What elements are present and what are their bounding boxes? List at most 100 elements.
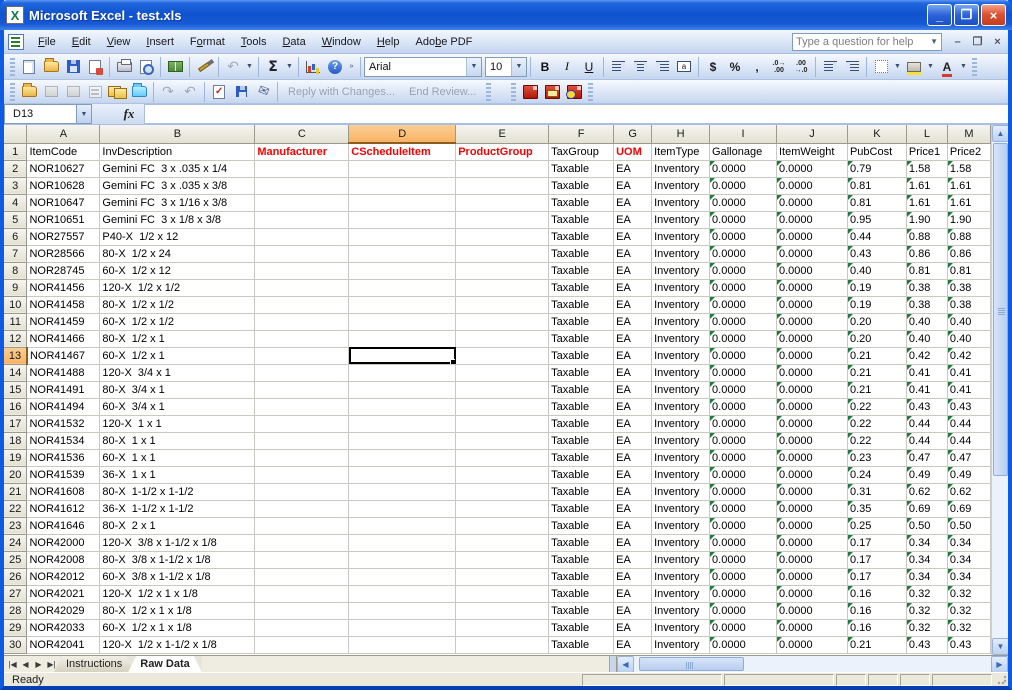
comma-button[interactable]: , [746, 57, 768, 77]
sheet-tab-raw-data[interactable]: Raw Data [128, 656, 202, 672]
cell-E3[interactable] [456, 177, 549, 194]
cell-F28[interactable]: Taxable [549, 602, 614, 619]
cell-I28[interactable]: 0.0000 [710, 602, 777, 619]
cell-L7[interactable]: 0.86 [906, 245, 947, 262]
column-header-J[interactable]: J [777, 125, 848, 143]
cell-H25[interactable]: Inventory [652, 551, 710, 568]
next-sheet-icon[interactable]: ▶ [32, 660, 45, 669]
cell-L4[interactable]: 1.61 [906, 194, 947, 211]
font-color-dropdown[interactable]: ▼ [958, 63, 969, 70]
cell-B17[interactable]: 120-X 1 x 1 [100, 415, 255, 432]
cell-M9[interactable]: 0.38 [947, 279, 990, 296]
cell-J6[interactable]: 0.0000 [777, 228, 848, 245]
cell-F26[interactable]: Taxable [549, 568, 614, 585]
cell-H26[interactable]: Inventory [652, 568, 710, 585]
cell-A24[interactable]: NOR42000 [27, 534, 100, 551]
font-name-combo[interactable]: Arial ▼ [364, 57, 482, 77]
chart-wizard-button[interactable] [302, 57, 324, 77]
convert-to-pdf-email-button[interactable] [541, 82, 563, 102]
name-box[interactable]: D13 [4, 104, 76, 124]
cell-J25[interactable]: 0.0000 [777, 551, 848, 568]
close-button[interactable]: × [981, 4, 1006, 26]
cell-K16[interactable]: 0.22 [847, 398, 906, 415]
cell-B22[interactable]: 36-X 1-1/2 x 1-1/2 [100, 500, 255, 517]
previous-sheet-icon[interactable]: ◀ [19, 660, 32, 669]
cell-H7[interactable]: Inventory [652, 245, 710, 262]
scroll-left-icon[interactable]: ◀ [617, 656, 634, 673]
cell-J10[interactable]: 0.0000 [777, 296, 848, 313]
row-header-12[interactable]: 12 [4, 330, 27, 347]
cell-M8[interactable]: 0.81 [947, 262, 990, 279]
cell-M26[interactable]: 0.34 [947, 568, 990, 585]
cell-A22[interactable]: NOR41612 [27, 500, 100, 517]
cell-L23[interactable]: 0.50 [906, 517, 947, 534]
chevron-down-icon[interactable]: ▼ [466, 58, 481, 76]
cell-I22[interactable]: 0.0000 [710, 500, 777, 517]
cell-C8[interactable] [255, 262, 349, 279]
row-header-30[interactable]: 30 [4, 636, 27, 653]
menu-edit[interactable]: Edit [64, 33, 99, 51]
cell-F3[interactable]: Taxable [549, 177, 614, 194]
menu-file[interactable]: File [30, 33, 64, 51]
cell-M27[interactable]: 0.32 [947, 585, 990, 602]
autosum-dropdown[interactable]: ▼ [284, 63, 295, 70]
cell-L24[interactable]: 0.34 [906, 534, 947, 551]
cell-H18[interactable]: Inventory [652, 432, 710, 449]
cell-I29[interactable]: 0.0000 [710, 619, 777, 636]
fill-color-dropdown[interactable]: ▼ [925, 63, 936, 70]
cell-E26[interactable] [456, 568, 549, 585]
cell-E14[interactable] [456, 364, 549, 381]
row-header-11[interactable]: 11 [4, 313, 27, 330]
cell-L15[interactable]: 0.41 [906, 381, 947, 398]
cell-G24[interactable]: EA [614, 534, 652, 551]
cell-D2[interactable] [349, 160, 456, 177]
column-header-E[interactable]: E [456, 125, 549, 143]
cell-A14[interactable]: NOR41488 [27, 364, 100, 381]
cell-A27[interactable]: NOR42021 [27, 585, 100, 602]
delete-comment-button[interactable] [128, 82, 150, 102]
toolbar-grip[interactable] [10, 83, 15, 101]
menu-insert[interactable]: Insert [138, 33, 182, 51]
cell-K18[interactable]: 0.22 [847, 432, 906, 449]
cell-D26[interactable] [349, 568, 456, 585]
cell-D3[interactable] [349, 177, 456, 194]
cell-C9[interactable] [255, 279, 349, 296]
permission-button[interactable] [84, 57, 106, 77]
menu-window[interactable]: Window [314, 33, 369, 51]
insert-function-button[interactable]: fx [114, 104, 144, 124]
cell-J15[interactable]: 0.0000 [777, 381, 848, 398]
cell-G15[interactable]: EA [614, 381, 652, 398]
cell-F6[interactable]: Taxable [549, 228, 614, 245]
previous-comment-button[interactable] [40, 82, 62, 102]
cell-G1[interactable]: UOM [614, 143, 652, 160]
attach-file-button[interactable]: ✉ [252, 82, 274, 102]
row-header-4[interactable]: 4 [4, 194, 27, 211]
cell-C18[interactable] [255, 432, 349, 449]
cell-J18[interactable]: 0.0000 [777, 432, 848, 449]
cell-G16[interactable]: EA [614, 398, 652, 415]
row-header-18[interactable]: 18 [4, 432, 27, 449]
cell-J14[interactable]: 0.0000 [777, 364, 848, 381]
cell-A28[interactable]: NOR42029 [27, 602, 100, 619]
cell-H19[interactable]: Inventory [652, 449, 710, 466]
cell-G13[interactable]: EA [614, 347, 652, 364]
cell-F13[interactable]: Taxable [549, 347, 614, 364]
cell-H28[interactable]: Inventory [652, 602, 710, 619]
formula-input[interactable] [144, 104, 1008, 124]
cell-C12[interactable] [255, 330, 349, 347]
row-header-16[interactable]: 16 [4, 398, 27, 415]
cell-G28[interactable]: EA [614, 602, 652, 619]
cell-I13[interactable]: 0.0000 [710, 347, 777, 364]
cell-B6[interactable]: P40-X 1/2 x 12 [100, 228, 255, 245]
cell-M1[interactable]: Price2 [947, 143, 990, 160]
cell-H22[interactable]: Inventory [652, 500, 710, 517]
cell-M2[interactable]: 1.58 [947, 160, 990, 177]
cell-D16[interactable] [349, 398, 456, 415]
horizontal-scroll-thumb[interactable] [639, 657, 744, 671]
cell-F24[interactable]: Taxable [549, 534, 614, 551]
cell-A6[interactable]: NOR27557 [27, 228, 100, 245]
cell-G25[interactable]: EA [614, 551, 652, 568]
cell-L16[interactable]: 0.43 [906, 398, 947, 415]
cell-K17[interactable]: 0.22 [847, 415, 906, 432]
pdf-toolbar-grip[interactable] [511, 83, 516, 101]
